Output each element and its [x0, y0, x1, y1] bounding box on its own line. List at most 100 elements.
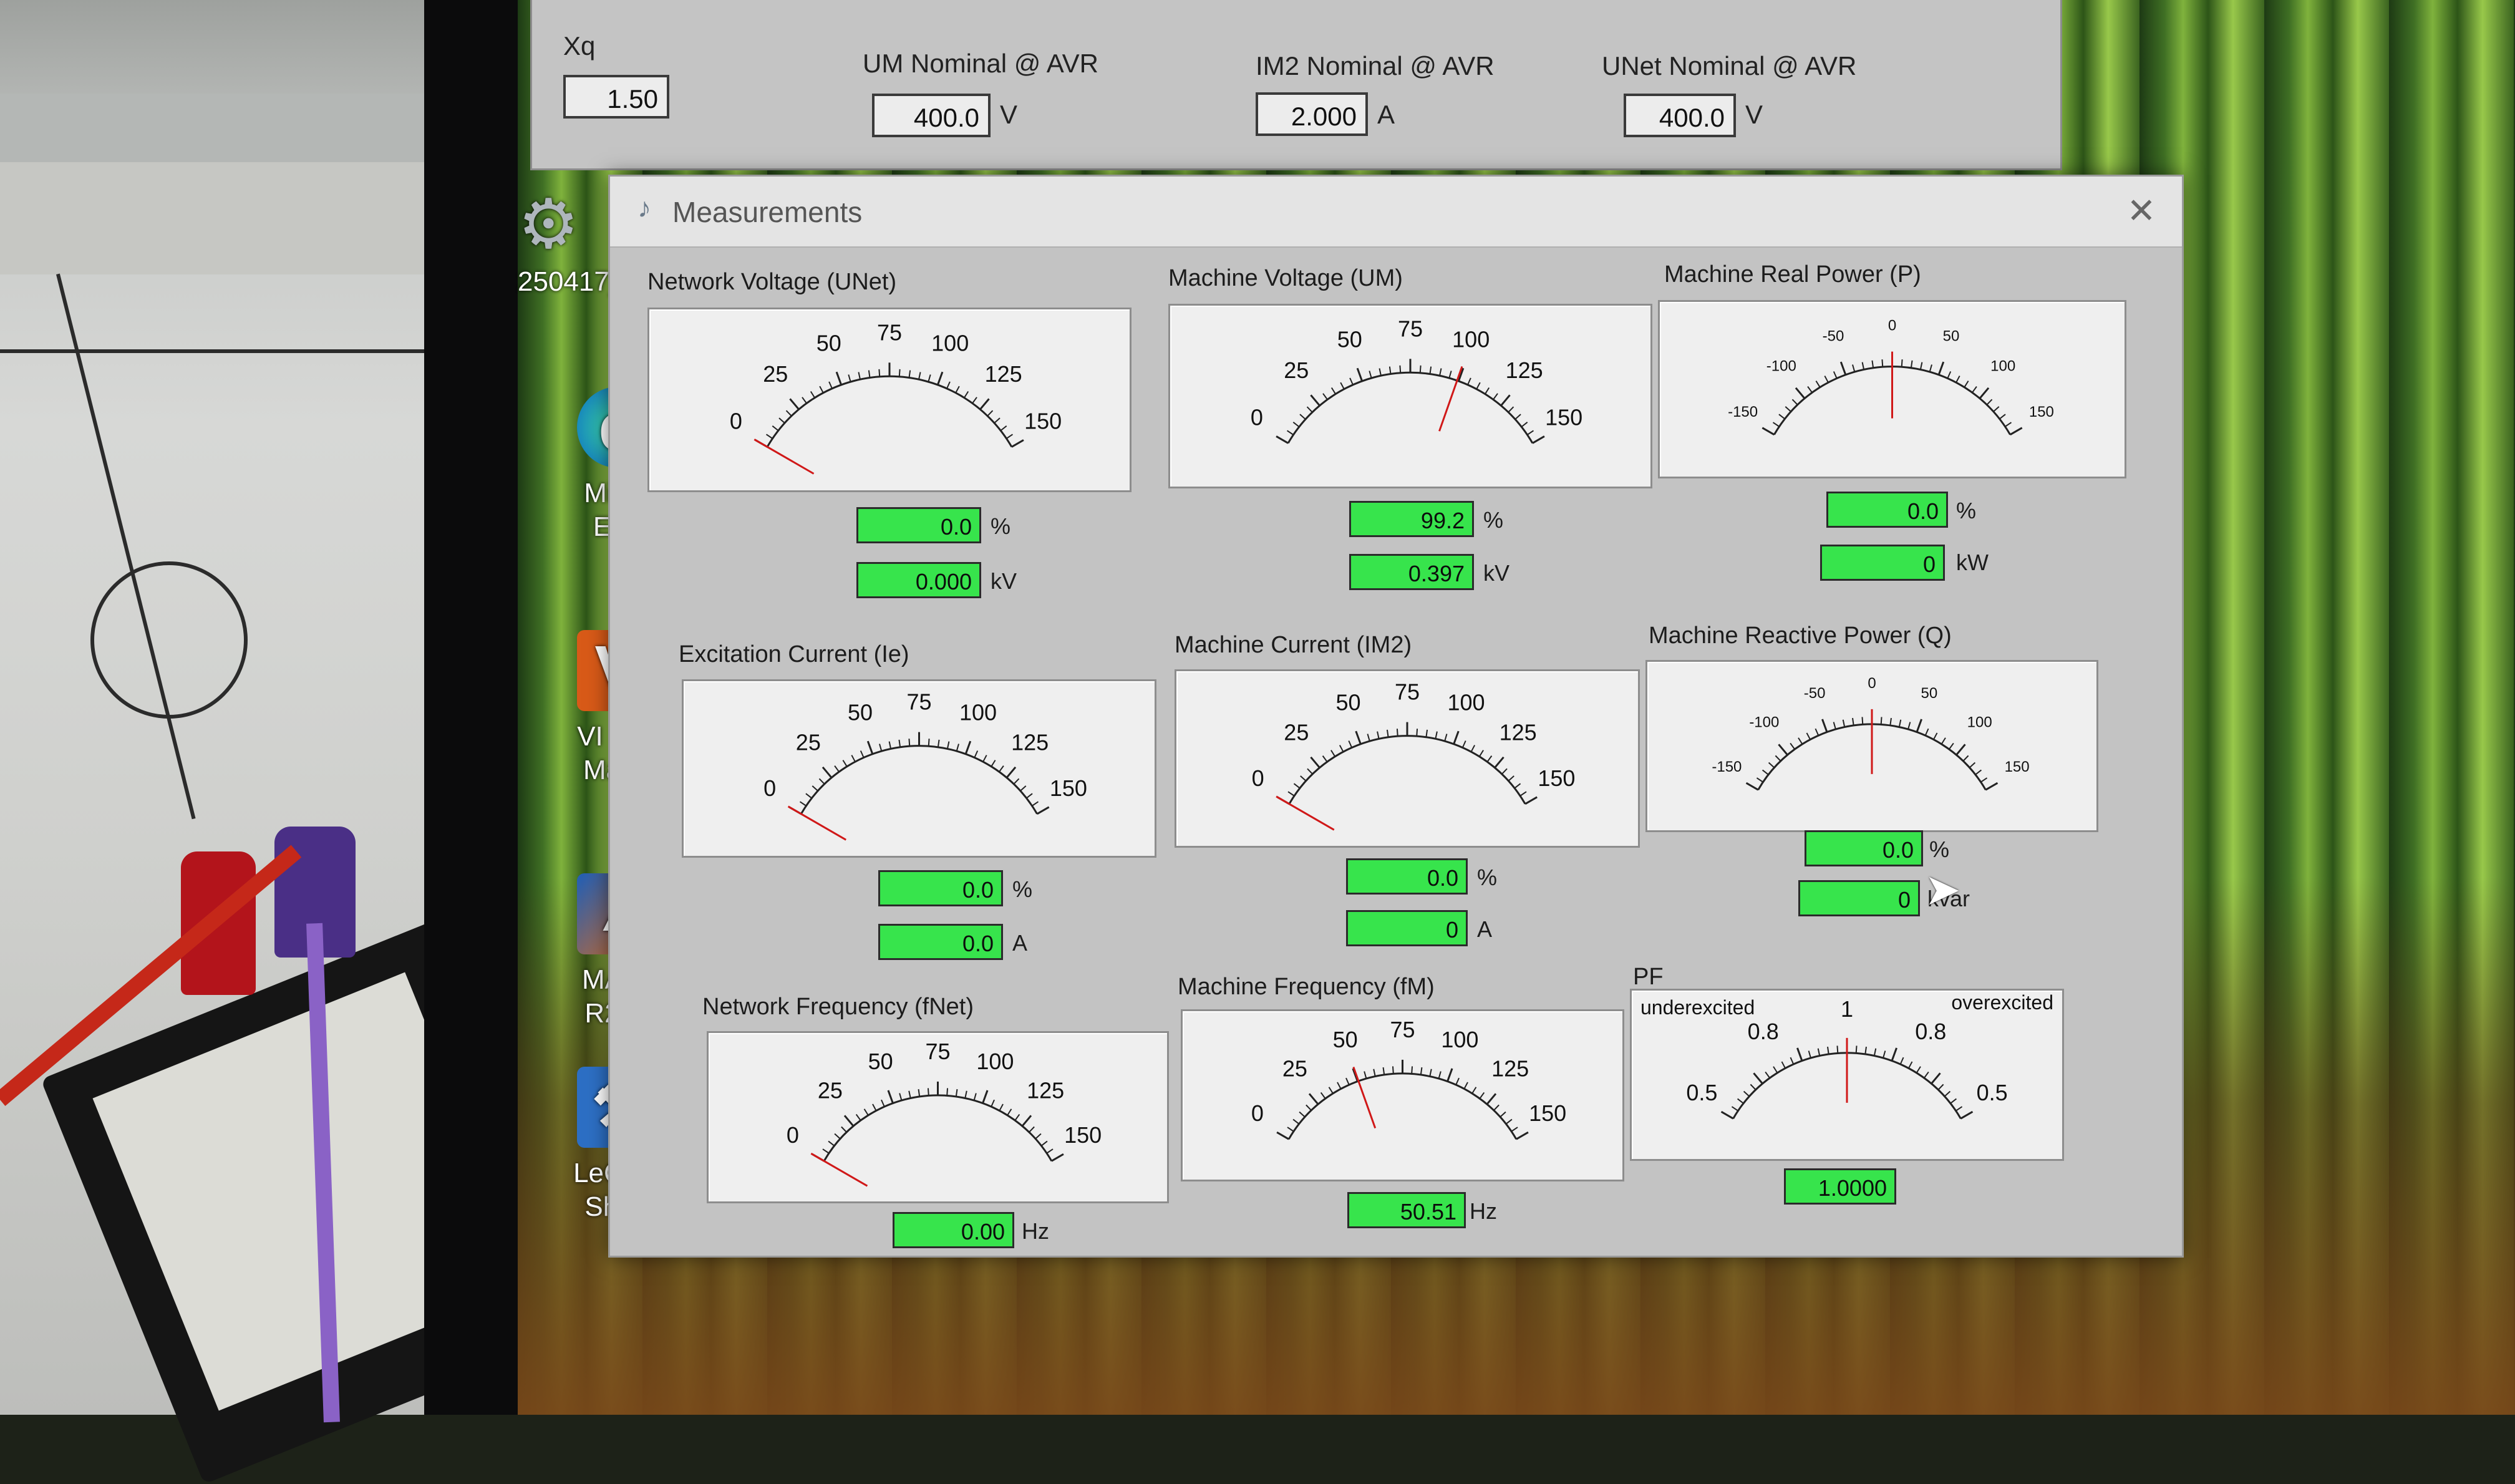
- gauge-tick-label: 0: [1251, 1100, 1264, 1126]
- gauge-label-pf: PF: [1633, 964, 1664, 990]
- gauge-tick: [1419, 365, 1422, 373]
- gauge-needle: [754, 439, 815, 475]
- gauge-tick: [1435, 731, 1438, 739]
- p-kw-value: 0: [1820, 545, 1945, 581]
- pf-underexcited-caption: underexcited: [1640, 996, 1755, 1019]
- gauge-arc: [1287, 371, 1534, 444]
- gauge-tick: [1287, 1127, 1294, 1132]
- gauge-tick: [1276, 435, 1289, 444]
- gauge-tick: [1948, 742, 1954, 750]
- title-bar[interactable]: ♪ Measurements ✕: [610, 177, 2182, 248]
- gauge-tick: [1962, 755, 1969, 762]
- ie-percent-unit: %: [1012, 876, 1033, 902]
- gauge-tick: [1815, 381, 1821, 388]
- gauge-arc: [1288, 735, 1526, 805]
- gauge-tick-label: 75: [1390, 1017, 1415, 1042]
- gauge-tick: [858, 372, 861, 380]
- gauge-tick: [843, 1115, 855, 1127]
- gauge-tick: [899, 1093, 903, 1101]
- gauge-dial: 0 25 50 75 100 125150: [1252, 679, 1575, 831]
- gauge-tick: [1778, 414, 1786, 420]
- um-nominal-field[interactable]: 400.0: [872, 94, 991, 137]
- gauge-tick: [1519, 791, 1527, 797]
- gauge-tick: [937, 739, 940, 747]
- gauge-tick: [1526, 430, 1534, 435]
- gauge-label-fm: Machine Frequency (fM): [1178, 974, 1435, 1000]
- gauge-tick: [1500, 1111, 1506, 1118]
- gauge-tick: [851, 755, 856, 762]
- gauge-tick: [1337, 1082, 1342, 1090]
- gauge-tick: [778, 417, 785, 424]
- xq-field[interactable]: 1.50: [563, 75, 669, 119]
- um-percent-value: 99.2: [1349, 501, 1474, 537]
- gauge-tick-label: 0.5: [1686, 1080, 1717, 1105]
- gauge-tick: [987, 410, 994, 417]
- gauge-dial: 0 25 50 75 100 125150: [763, 689, 1087, 841]
- gauge-tick: [1778, 744, 1788, 756]
- gauge-tick: [1494, 756, 1505, 769]
- im2-percent-unit: %: [1477, 865, 1498, 890]
- gauge-tick: [1367, 734, 1370, 742]
- gauge-tick: [1322, 393, 1328, 400]
- gauge-tick: [1388, 366, 1392, 374]
- measurements-window: ♪ Measurements ✕ Network Voltage (UNet) …: [608, 175, 2184, 1258]
- gauge-tick: [1293, 783, 1301, 789]
- gauge-tick-label: 125: [1506, 357, 1543, 383]
- unet-nominal-field[interactable]: 400.0: [1624, 94, 1736, 137]
- gauge-tick: [1772, 422, 1780, 427]
- im2-nominal-field[interactable]: 2.000: [1256, 92, 1368, 136]
- gauge-tick: [828, 381, 833, 389]
- gauge-tick: [1521, 422, 1528, 428]
- gauge-label-p: Machine Real Power (P): [1664, 261, 1921, 288]
- gauge-tick: [1807, 386, 1813, 393]
- gauge-tick: [1941, 737, 1946, 745]
- gauge-tick-label: 100: [976, 1049, 1014, 1074]
- gauge-tick-label: 100: [1452, 326, 1490, 352]
- gauge-tick: [964, 740, 972, 755]
- fnet-hz-unit: Hz: [1022, 1218, 1049, 1244]
- close-icon[interactable]: ✕: [2120, 189, 2163, 233]
- gauge-tick: [1501, 768, 1508, 775]
- gauge-tick: [974, 750, 979, 758]
- gauge-tick: [1899, 1057, 1904, 1065]
- gauge-tick: [1013, 778, 1020, 785]
- gauge-tick-label: 150: [1064, 1122, 1102, 1148]
- gauge-dial: 0 25 50 75 100 125150: [1251, 1017, 1566, 1140]
- gauge-tick: [1761, 769, 1769, 775]
- gauge-tick: [1745, 782, 1759, 791]
- gauge-tick: [1839, 361, 1847, 376]
- gauge-tick: [972, 397, 977, 404]
- gauge-tick: [785, 410, 792, 417]
- p-percent-value: 0.0: [1826, 492, 1948, 528]
- q-percent-value: 0.0: [1805, 830, 1923, 866]
- gauge-dial: 0 25 50 75 100 125150: [730, 319, 1062, 475]
- gauge-tick: [1773, 1066, 1778, 1074]
- gauge-tick: [1463, 1082, 1468, 1090]
- gauge-tick: [1292, 422, 1300, 428]
- gauge-tick-label: 0: [1888, 318, 1896, 334]
- gauge-tick-label: 150: [1050, 775, 1087, 801]
- gauge-tick: [908, 1090, 911, 1098]
- gauge-tick: [1916, 1066, 1921, 1074]
- unet-percent-unit: %: [991, 513, 1011, 539]
- gauge-tick-label: 50: [848, 699, 873, 725]
- gauge-tick: [955, 1089, 958, 1097]
- gauge-tick: [936, 371, 944, 386]
- gauge-tick: [1937, 361, 1945, 376]
- gauge-network-frequency: 0 25 50 75 100 125 150: [707, 1031, 1169, 1203]
- gauge-dial: 0 25 50 75 100 125150: [787, 1039, 1102, 1187]
- gauge-power-factor: 0.5 0.8 1 0.8 0.5 underexcited overexcited: [1630, 989, 2064, 1161]
- gauge-tick: [1891, 1047, 1897, 1062]
- im2-ampere-unit: A: [1477, 916, 1493, 942]
- gauge-tick: [1964, 381, 1969, 388]
- gauge-tick-label: 0: [730, 408, 742, 434]
- gauge-tick-label: 150: [2029, 404, 2054, 420]
- gauge-tick: [1438, 1071, 1442, 1079]
- gauge-tick: [834, 1133, 841, 1140]
- gauge-label-ie: Excitation Current (Ie): [679, 641, 909, 667]
- gauge-tick: [1937, 1084, 1944, 1090]
- gauge-tick: [834, 765, 840, 772]
- gauge-tick: [1824, 376, 1829, 383]
- gauge-tick: [1051, 1153, 1064, 1162]
- gauge-dial: -150 -100 -50 0 50 100 150: [1712, 675, 2030, 791]
